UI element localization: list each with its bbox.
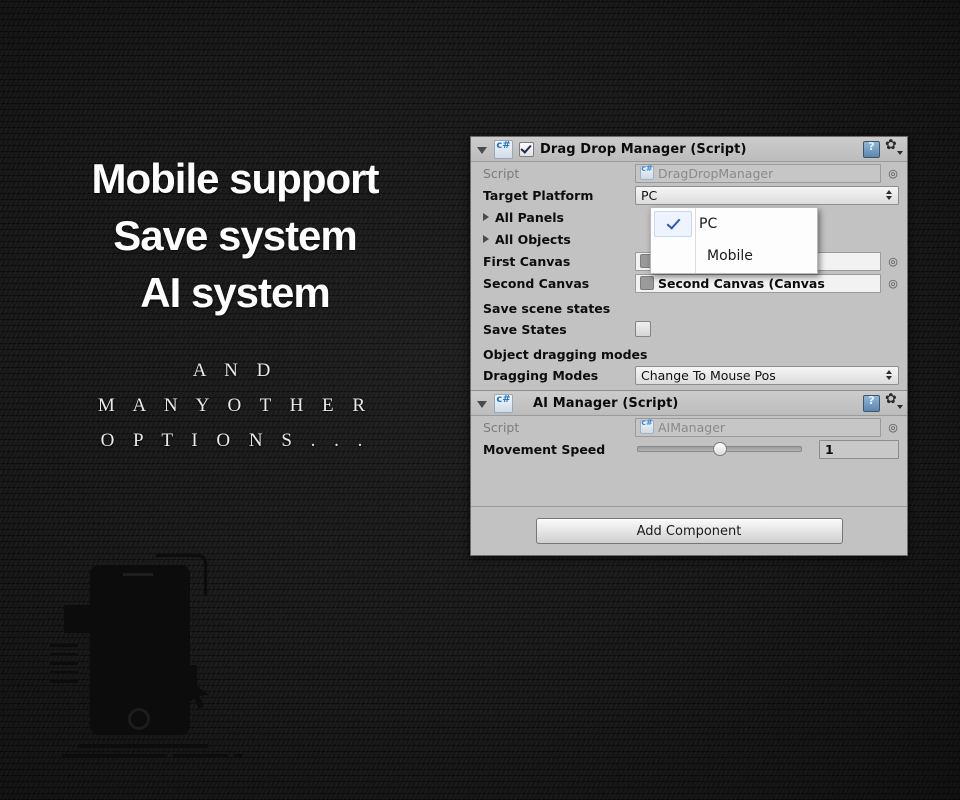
ai-script-object-field: AIManager	[635, 417, 881, 437]
field-label-target-platform: Target Platform	[483, 187, 594, 203]
dropdown-option-pc[interactable]: PC	[651, 208, 817, 240]
foldout-arrow-icon[interactable]	[477, 146, 487, 154]
component-header-drag-drop-manager[interactable]: Drag Drop Manager (Script)	[471, 137, 907, 162]
section-header-object-dragging-modes: Object dragging modes	[483, 347, 648, 362]
component-header-ai-manager[interactable]: AI Manager (Script)	[471, 390, 907, 416]
field-row-script: Script DragDropManager ◎	[471, 162, 907, 184]
slider-handle[interactable]	[712, 442, 727, 456]
unity-inspector-panel: Drag Drop Manager (Script) Script DragDr…	[470, 136, 908, 556]
target-platform-dropdown[interactable]: PC	[635, 185, 899, 205]
illustration-line-group-1	[50, 644, 78, 647]
illustration-drop-zone	[94, 649, 158, 701]
gear-icon[interactable]	[885, 137, 903, 156]
script-object-value: DragDropManager	[658, 165, 774, 181]
component-enabled-checkbox[interactable]	[519, 141, 534, 157]
field-row-target-platform: Target Platform PC	[471, 184, 907, 206]
field-label-all-panels: All Panels	[483, 210, 635, 225]
dropdown-option-mobile[interactable]: Mobile	[651, 240, 817, 272]
gear-icon[interactable]	[885, 391, 903, 410]
csharp-mini-icon	[640, 165, 654, 180]
component-title: AI Manager (Script)	[533, 395, 679, 411]
foldout-arrow-icon[interactable]	[477, 400, 487, 408]
field-label-save-states: Save States	[483, 321, 567, 337]
illustration-card-left	[64, 605, 126, 633]
component-header-actions	[863, 391, 903, 412]
csharp-script-icon	[494, 393, 513, 413]
dropdown-option-label: Mobile	[707, 248, 753, 264]
illustration-line-group-3	[50, 662, 78, 665]
illustration-shadow-line-2	[62, 754, 167, 757]
dragging-modes-dropdown[interactable]: Change To Mouse Pos	[635, 365, 899, 385]
movement-speed-slider[interactable]	[635, 442, 810, 456]
section-header-save-scene-states: Save scene states	[483, 301, 611, 316]
field-row-ai-script: Script AIManager ◎	[471, 416, 907, 438]
all-objects-label: All Objects	[495, 231, 571, 247]
save-states-checkbox[interactable]	[635, 321, 651, 337]
promo-subtitle: A N D M A N Y O T H E R O P T I O N S . …	[0, 353, 470, 458]
object-picker-icon[interactable]: ◎	[887, 278, 899, 289]
illustration-shadow-line-1	[78, 744, 208, 748]
promo-subtitle-line-2: M A N Y O T H E R	[97, 395, 373, 416]
cursor-arrow-icon	[187, 679, 209, 709]
illustration-shadow-line-4	[234, 754, 242, 757]
target-platform-dropdown-popup[interactable]: PC Mobile	[650, 207, 818, 274]
promo-line-2: Save system	[113, 212, 358, 259]
canvas-mini-icon	[640, 276, 654, 290]
add-component-bar: Add Component	[471, 506, 907, 555]
field-label-first-canvas: First Canvas	[483, 253, 571, 269]
component-header-actions	[863, 137, 903, 158]
all-panels-label: All Panels	[495, 209, 564, 225]
field-label-script: Script	[483, 165, 520, 181]
field-label-dragging-modes: Dragging Modes	[483, 367, 599, 383]
object-picker-icon[interactable]: ◎	[887, 168, 899, 179]
promo-text-block: Mobile support Save system AI system A N…	[0, 150, 470, 458]
dropdown-option-label: PC	[699, 216, 718, 232]
field-label-movement-speed: Movement Speed	[483, 441, 606, 457]
illustration-status-bar-text	[123, 573, 153, 576]
component-title: Drag Drop Manager (Script)	[540, 141, 747, 157]
dropdown-arrows-icon	[884, 370, 893, 380]
field-label-all-objects: All Objects	[483, 232, 635, 247]
target-platform-value: PC	[641, 187, 658, 203]
illustration-line-group-4	[50, 671, 78, 674]
mobile-drag-drop-illustration	[48, 552, 283, 767]
movement-speed-value-field[interactable]: 1	[819, 439, 899, 459]
foldout-arrow-icon[interactable]	[483, 213, 489, 221]
add-component-button[interactable]: Add Component	[535, 518, 843, 544]
object-picker-icon[interactable]: ◎	[887, 256, 899, 267]
field-label-script: Script	[483, 419, 520, 435]
promo-subtitle-line-1: A N D	[192, 360, 278, 381]
second-canvas-object-field[interactable]: Second Canvas (Canvas	[635, 273, 881, 293]
object-picker-icon[interactable]: ◎	[887, 422, 899, 433]
illustration-phone-home-button	[128, 708, 150, 730]
field-row-save-states: Save States	[471, 318, 907, 340]
illustration-card-right	[146, 602, 178, 639]
illustration-shadow-line-3	[173, 754, 228, 757]
promo-line-1: Mobile support	[91, 155, 380, 202]
ai-script-object-value: AIManager	[658, 419, 726, 435]
dragging-modes-value: Change To Mouse Pos	[641, 367, 776, 383]
field-row-movement-speed: Movement Speed 1	[471, 438, 907, 460]
dropdown-arrows-icon	[884, 190, 893, 200]
promo-subtitle-line-3: O P T I O N S . . .	[100, 430, 370, 451]
csharp-mini-icon	[640, 419, 654, 434]
slider-track[interactable]	[637, 442, 802, 456]
illustration-line-group-2	[50, 653, 78, 656]
promo-line-3: AI system	[140, 269, 330, 316]
foldout-arrow-icon[interactable]	[483, 235, 489, 243]
second-canvas-value: Second Canvas (Canvas	[658, 275, 825, 291]
field-label-second-canvas: Second Canvas	[483, 275, 590, 291]
field-row-dragging-modes: Dragging Modes Change To Mouse Pos	[471, 364, 907, 386]
help-book-icon[interactable]	[863, 140, 880, 158]
check-mark-icon	[654, 211, 692, 237]
help-book-icon[interactable]	[863, 394, 880, 412]
script-object-field: DragDropManager	[635, 163, 881, 183]
csharp-script-icon	[494, 139, 513, 159]
illustration-line-group-5	[50, 680, 78, 683]
field-row-second-canvas: Second Canvas Second Canvas (Canvas ◎	[471, 272, 907, 294]
